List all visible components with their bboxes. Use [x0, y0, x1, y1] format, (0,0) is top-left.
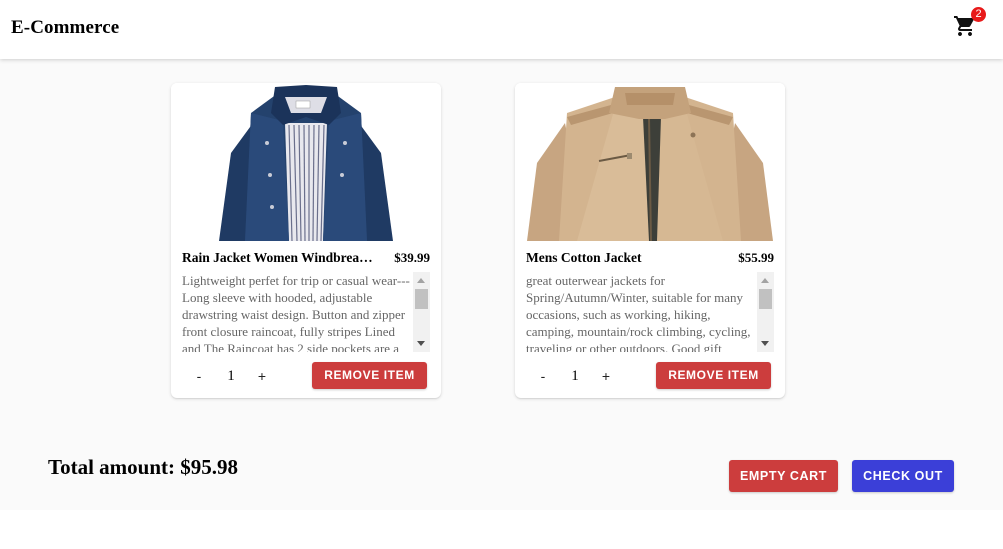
- remove-item-button[interactable]: REMOVE ITEM: [312, 362, 427, 389]
- decrease-quantity-button[interactable]: -: [532, 365, 554, 387]
- product-image: [171, 83, 441, 241]
- increase-quantity-button[interactable]: +: [595, 365, 617, 387]
- checkout-button[interactable]: CHECK OUT: [852, 460, 954, 492]
- increase-quantity-button[interactable]: +: [251, 365, 273, 387]
- description-scrollbar[interactable]: [757, 272, 774, 352]
- scroll-up-arrow-icon[interactable]: [417, 278, 425, 283]
- product-title: Rain Jacket Women Windbreaker Striped Cl…: [182, 250, 380, 265]
- product-description: great outerwear jackets for Spring/Autum…: [526, 273, 751, 352]
- cart-page: Rain Jacket Women Windbreaker Striped Cl…: [0, 59, 1003, 510]
- scroll-thumb[interactable]: [759, 289, 772, 309]
- product-title: Mens Cotton Jacket: [526, 250, 642, 265]
- app-bar: E-Commerce 2: [0, 0, 1003, 59]
- cart-item-card: Rain Jacket Women Windbreaker Striped Cl…: [171, 83, 441, 398]
- product-image: [515, 83, 785, 241]
- khaki-cotton-jacket-image: [515, 83, 785, 241]
- total-amount: Total amount: $95.98: [48, 455, 238, 479]
- cart-item-card: Mens Cotton Jacket $55.99 great outerwea…: [515, 83, 785, 398]
- cart-count-badge: 2: [971, 7, 986, 22]
- remove-item-button[interactable]: REMOVE ITEM: [656, 362, 771, 389]
- scroll-up-arrow-icon[interactable]: [761, 278, 769, 283]
- scroll-down-arrow-icon[interactable]: [761, 341, 769, 346]
- empty-cart-button[interactable]: EMPTY CART: [729, 460, 838, 492]
- brand-title[interactable]: E-Commerce: [11, 17, 119, 39]
- product-price: $55.99: [738, 250, 774, 265]
- navy-rain-jacket-image: [211, 83, 401, 241]
- quantity-value: 1: [227, 368, 235, 384]
- product-price: $39.99: [394, 250, 430, 265]
- scroll-thumb[interactable]: [415, 289, 428, 309]
- quantity-value: 1: [571, 368, 579, 384]
- decrease-quantity-button[interactable]: -: [188, 365, 210, 387]
- description-scrollbar[interactable]: [413, 272, 430, 352]
- scroll-down-arrow-icon[interactable]: [417, 341, 425, 346]
- product-description: Lightweight perfet for trip or casual we…: [182, 273, 410, 352]
